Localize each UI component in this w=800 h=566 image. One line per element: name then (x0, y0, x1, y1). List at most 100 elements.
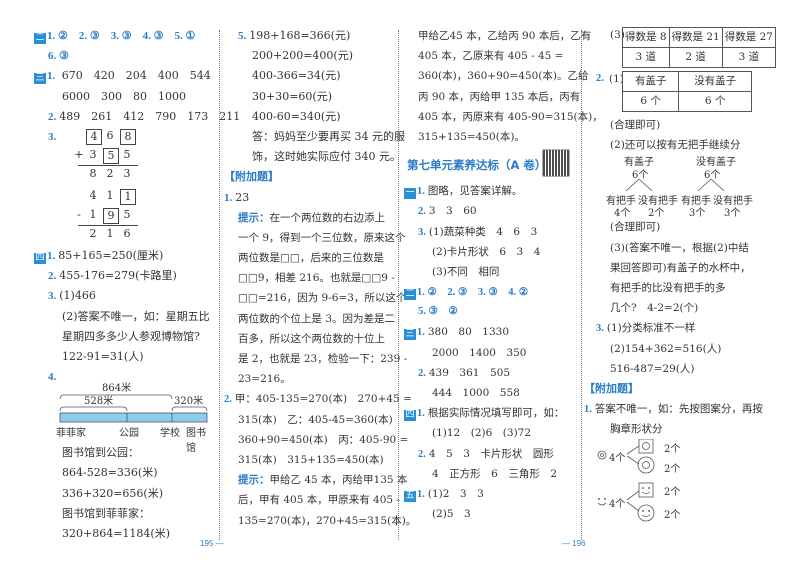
bonus-heading: 【附加题】 (224, 170, 279, 184)
smiley-icon (598, 498, 606, 501)
answer-line: 两位数是□□，后来的三位数是 (238, 252, 384, 265)
answer-line: (2)还可以按有无把手继续分 (610, 139, 741, 152)
count-label: 2个 (664, 487, 681, 499)
operator: - (77, 207, 81, 221)
answer-line: (1)分类标准不一样 (606, 322, 696, 335)
digit: 8 (120, 128, 136, 145)
section-badge: 一 (404, 188, 416, 200)
answer-line: 336+320=656(米) (62, 486, 164, 500)
answer-line: 122-91=31(人) (62, 349, 144, 363)
q-num: 2. (596, 73, 604, 84)
answer-line: 405 本，乙原来有 405 - 45 = (418, 50, 564, 63)
q-num: 2. (48, 270, 57, 283)
section-badge: 五 (404, 490, 416, 502)
column-1: 二 1. ② 2. ③ 3. ③ 4. ③ 5. ① 6. ③ 三 1. 670 4… (34, 26, 240, 544)
answer-line: 360+90=450(本) 丙：405-90 = (238, 433, 409, 446)
tree-count: 6个 (632, 170, 649, 182)
table-cell: 3 道 (622, 47, 670, 68)
q-num: 1. (584, 404, 592, 416)
q-num: 2. (418, 367, 426, 379)
score-table-block: (3) 得数是 8 得数是 21 得数是 27 3 道2 道3 道 (596, 27, 796, 69)
answer-line: 4 正方形 6 三角形 2 (432, 467, 558, 480)
answer-line: (2)卡片形状 6 3 4 (432, 245, 541, 258)
answer-key-page: 二 1. ② 2. ③ 3. ③ 4. ③ 5. ① 6. ③ 三 1. 670 4… (0, 0, 800, 566)
vertical-subtraction: 411 -195 216 (70, 187, 214, 244)
answer-line: □□=216，因为 9-6=3，所以这个 (238, 292, 407, 305)
answer-line: 2000 1400 350 (432, 346, 527, 359)
answer-line: 饰，这时她实际应付 340 元。 (252, 150, 401, 164)
digit: 5 (103, 147, 119, 164)
answer-line: 489 261 412 790 173 211 (59, 109, 241, 123)
answer-line: 380 80 1330 (427, 326, 509, 339)
answer-line: 5. ③ ② (418, 306, 458, 318)
operator: + (74, 147, 84, 161)
answer-line: 图书馆到菲菲家： (62, 506, 150, 520)
tree-count: 6个 (704, 170, 721, 182)
hint-label: 提示： (238, 211, 270, 224)
q-num: 1. (224, 191, 233, 204)
section-badge: 四 (34, 252, 46, 264)
page-number-right: — 196 (562, 539, 586, 548)
flower-icon (597, 451, 607, 460)
answer-line: (1)12 (2)6 (3)72 (432, 427, 532, 440)
answer-line: (1)蔬菜种类 4 6 3 (428, 225, 538, 238)
place-label: 公园 (119, 428, 139, 440)
round-smiley-badge-icon (637, 505, 655, 522)
lid-table-block: 2. (1) 有盖子 没有盖子 6 个6 个 (596, 69, 796, 115)
count-label: 2个 (664, 510, 681, 522)
answer-line: 果回答即可)有盖子的水杯中， (610, 261, 751, 274)
answer-line: 星期四多多少人参观博物馆? (62, 329, 200, 343)
distance-diagram: 864米 528米 320米 菲菲家 公园 学校 图书馆 (34, 383, 214, 454)
q-num: 1. (47, 249, 56, 262)
digit: 8 (89, 166, 97, 180)
answer-line: 405 本，丙原来有 405-90=315(本)， (418, 110, 603, 123)
unit-title-block: 第七单元素养达标（A 卷） (404, 149, 579, 181)
q-num: 2. (224, 394, 232, 406)
section-badge: 三 (34, 73, 46, 85)
answer-line: 320+864=1184(米) (62, 527, 171, 540)
q-num: 1. (47, 70, 56, 83)
answer-line: 400-366=34(元) (252, 69, 341, 83)
answer-line: 444 1000 558 (432, 387, 520, 399)
column-3: 甲给乙45 本，乙给丙 90 本后，乙有 405 本，乙原来有 405 - 45… (404, 26, 603, 524)
answer-line: 根据实际情况填写即可，如： (427, 407, 565, 420)
count-label: 4个 (609, 453, 626, 465)
q-num: 3. (48, 130, 57, 143)
section-2-answers: 二 1. ② 2. ③ 3. ③ 4. ③ 5. ① (34, 26, 214, 46)
lid-table: 有盖子 没有盖子 6 个6 个 (621, 71, 752, 112)
q-num: 2. (48, 110, 57, 123)
answer-line: 455-176=279(卡路里) (59, 269, 177, 283)
table-cell: 有盖子 (621, 71, 680, 92)
answer-line: 甲给乙 45 本，丙给甲135 本 (269, 474, 408, 487)
answer-line: 答：妈妈至少要再买 34 元的服 (252, 129, 405, 143)
answer-line: (1)2 3 3 (427, 487, 484, 500)
vertical-addition: 468 +3 5 5 823 (70, 127, 214, 184)
answer-line: 864-528=336(米) (62, 466, 158, 480)
digit: 5 (123, 207, 131, 221)
table-cell: 得数是 8 (622, 27, 670, 48)
count-label: 2个 (664, 464, 681, 476)
answer-line: 图略，见答案详解。 (427, 185, 523, 198)
digit: 1 (106, 226, 114, 240)
count-label: 4个 (609, 499, 626, 511)
digit: 6 (123, 226, 131, 240)
digit: 2 (106, 166, 114, 180)
part2-distance-label: 320米 (174, 396, 204, 408)
digit: 2 (89, 226, 97, 240)
answer-line: (2)5 3 (432, 508, 471, 521)
digit: 1 (106, 188, 114, 202)
q-num: 5. (238, 30, 247, 42)
answer-line: 670 420 204 400 544 (61, 69, 211, 83)
answer-line: 6. ③ (48, 50, 69, 63)
answer-line: 甲：405-135=270(本) 270+45 = (234, 393, 412, 406)
table-cell: 6 个 (678, 91, 752, 112)
page-number-left: 195 — (200, 539, 224, 548)
digit: 1 (120, 188, 136, 205)
column-divider (398, 30, 399, 540)
answer-line: (2)154+362=516(人) (610, 342, 722, 355)
answer-line: 200+200=400(元) (252, 49, 354, 63)
answer-line: 在一个两位数的右边添上 (269, 211, 386, 224)
answer-line: 胸章形状分 (610, 423, 663, 436)
column-2: 5. 198+168=366(元) 200+200=400(元) 400-366=… (224, 26, 416, 531)
table-cell: 6 个 (621, 91, 680, 112)
